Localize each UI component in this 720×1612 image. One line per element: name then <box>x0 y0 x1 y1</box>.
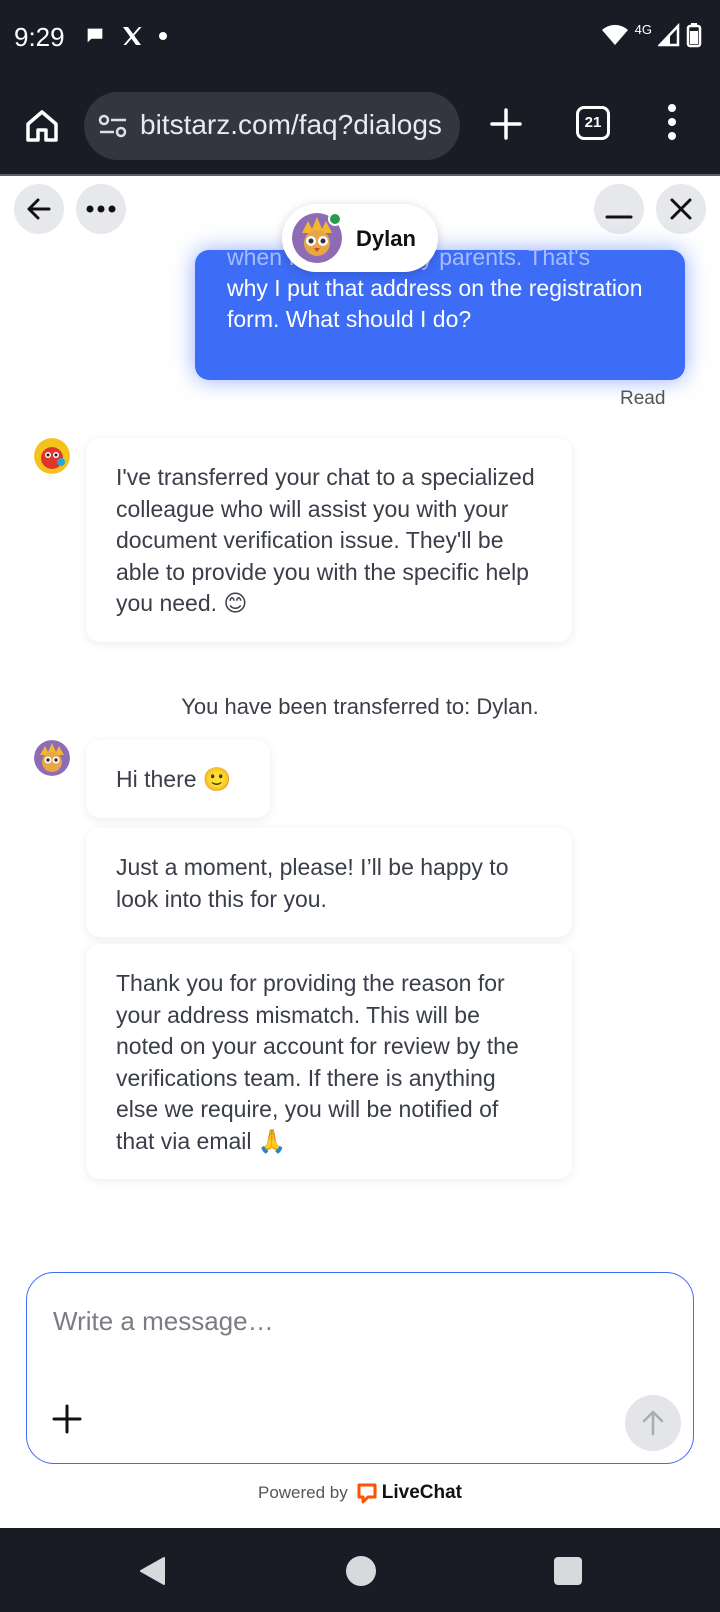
close-icon <box>670 198 692 220</box>
back-button[interactable] <box>14 184 64 234</box>
chat-bubble-icon <box>87 28 103 43</box>
send-button[interactable] <box>625 1395 681 1451</box>
new-tab-button[interactable] <box>488 106 524 147</box>
arrow-left-icon <box>27 198 51 220</box>
nav-recents-button[interactable] <box>554 1557 582 1585</box>
system-navigation-bar <box>0 1528 720 1612</box>
status-time: 9:29 <box>14 22 65 52</box>
wifi-icon <box>601 24 628 45</box>
livechat-logo-icon <box>357 1483 377 1504</box>
more-options-button[interactable] <box>76 184 126 234</box>
network-type: 4G <box>634 21 652 37</box>
dot-icon <box>159 32 167 40</box>
tab-switcher-button[interactable]: 21 <box>576 106 610 140</box>
nav-home-button[interactable] <box>346 1556 376 1586</box>
browser-menu-button[interactable] <box>666 102 678 147</box>
browser-toolbar: bitstarz.com/faq?dialogs 21 <box>0 76 720 176</box>
powered-by-footer: Powered by LiveChat <box>0 1482 720 1504</box>
message-text: Thank you for providing the reason for y… <box>116 970 519 1154</box>
read-receipt: Read <box>620 388 666 409</box>
address-bar[interactable]: bitstarz.com/faq?dialogs <box>84 92 460 160</box>
plus-icon <box>52 1404 82 1434</box>
powered-by-label: Powered by <box>257 1483 348 1502</box>
home-button[interactable] <box>22 106 62 146</box>
nav-back-button[interactable] <box>138 1556 166 1591</box>
agent-name: Dylan <box>356 226 416 251</box>
user-message-text: why I put that address on the registrati… <box>227 275 643 332</box>
notification-icons <box>84 24 168 48</box>
home-icon <box>26 110 58 142</box>
message-input[interactable] <box>53 1301 653 1341</box>
transfer-notice: You have been transferred to: Dylan. <box>181 694 539 719</box>
bot-avatar <box>34 438 70 474</box>
plus-icon <box>490 108 522 140</box>
more-horizontal-icon <box>86 205 116 213</box>
message-composer <box>26 1272 694 1464</box>
minimize-icon <box>605 215 633 219</box>
x-logo-icon <box>123 27 142 45</box>
more-vertical-icon <box>668 104 676 140</box>
battery-icon <box>686 23 702 48</box>
minimize-button[interactable] <box>594 184 644 234</box>
message-bubble: Thank you for providing the reason for y… <box>86 944 572 1179</box>
system-icons: 4G <box>601 22 702 48</box>
message-bubble: I've transferred your chat to a speciali… <box>86 438 572 642</box>
close-button[interactable] <box>656 184 706 234</box>
message-text: Hi there 🙂 <box>116 766 232 792</box>
online-indicator <box>328 212 342 226</box>
agent-header: Dylan <box>282 204 438 272</box>
livechat-brand: LiveChat <box>381 1482 463 1503</box>
attach-button[interactable] <box>51 1403 83 1435</box>
message-text: I've transferred your chat to a speciali… <box>116 464 535 616</box>
arrow-up-icon <box>642 1410 664 1436</box>
agent-avatar-small <box>34 740 70 776</box>
message-bubble: Hi there 🙂 <box>86 740 270 818</box>
message-text: Just a moment, please! I’ll be happy to … <box>116 854 509 912</box>
triangle-back-icon <box>140 1557 165 1585</box>
url-text: bitstarz.com/faq?dialogs <box>140 109 442 140</box>
livechat-link[interactable]: LiveChat <box>356 1482 462 1504</box>
signal-icon <box>658 23 680 47</box>
user-message-bubble: when I lived with my parents. That's why… <box>195 250 685 380</box>
message-bubble: Just a moment, please! I’ll be happy to … <box>86 828 572 937</box>
site-settings-icon[interactable] <box>98 114 128 138</box>
status-bar: 9:29 4G <box>0 0 720 76</box>
